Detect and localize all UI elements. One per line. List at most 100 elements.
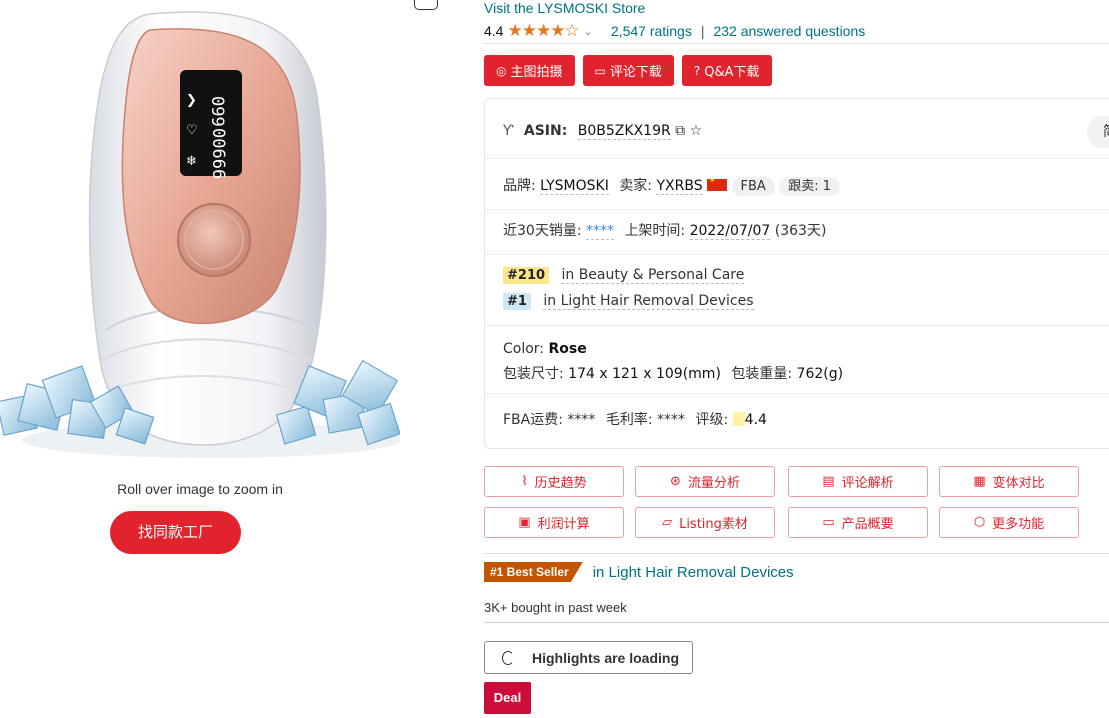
listed-date-value: 2022/07/07 — [689, 223, 771, 240]
review-download-button[interactable]: ▭ 评论下载 — [582, 55, 674, 86]
svg-text:♡: ♡ — [186, 122, 198, 137]
summary-icon: ▭ — [822, 515, 835, 530]
button-label: 利润计算 — [537, 517, 590, 532]
brand-label: 品牌: — [503, 178, 536, 194]
variant-compare-button[interactable]: ▦ 变体对比 — [939, 466, 1079, 497]
bestseller-category-link[interactable]: in Light Hair Removal Devices — [593, 564, 794, 581]
product-details: Visit the LYSMOSKI Store 4.4 ★★★★☆ ⌄ 2,5… — [484, 0, 1109, 718]
divider — [484, 622, 1109, 623]
product-image[interactable]: 099 00666 ❯ ♡ ❄ — [0, 0, 400, 462]
more-features-button[interactable]: ⬡ 更多功能 — [939, 507, 1079, 538]
answered-questions-link[interactable]: 232 answered questions — [713, 23, 865, 39]
listing-assets-button[interactable]: ▱ Listing素材 — [635, 507, 775, 538]
button-label: 更多功能 — [992, 517, 1045, 532]
button-label: Listing素材 — [679, 517, 748, 532]
brand-value[interactable]: LYSMOSKI — [540, 178, 609, 195]
package-size-label: 包装尺寸: — [503, 366, 564, 382]
separator: | — [700, 23, 705, 39]
folder-icon: ▱ — [662, 515, 673, 530]
follow-sellers-badge[interactable]: 跟卖: 1 — [779, 177, 841, 196]
plugin-logo-icon: Ƴ — [503, 123, 514, 139]
button-label: 流量分析 — [687, 476, 740, 491]
divider — [485, 254, 1109, 255]
brand-row: 品牌: LYSMOSKI 卖家: YXRBS FBA 跟卖: 1 — [503, 175, 1109, 196]
grade-label: 评级: — [695, 412, 729, 428]
asin-value[interactable]: B0B5ZKX19R — [577, 123, 671, 140]
china-flag-icon — [707, 176, 728, 191]
listed-days: (363天) — [774, 223, 827, 239]
highlights-loading: Highlights are loading — [484, 641, 693, 674]
svg-text:❄: ❄ — [186, 153, 197, 168]
package-weight-label: 包装重量: — [731, 366, 793, 382]
rank-category[interactable]: in Beauty & Personal Care — [561, 267, 745, 284]
calculator-icon: ▣ — [518, 515, 531, 530]
profit-calc-button[interactable]: ▣ 利润计算 — [484, 507, 624, 538]
loading-spinner-icon — [502, 650, 514, 665]
svg-text:099: 099 — [207, 96, 227, 127]
rank-number: #210 — [503, 267, 550, 284]
grade-value: 4.4 — [744, 412, 767, 428]
sales-value[interactable]: **** — [585, 223, 614, 240]
find-factory-button[interactable]: 找同款工厂 — [110, 511, 241, 554]
seller-value[interactable]: YXRBS — [656, 178, 703, 195]
bestseller-badge[interactable]: #1 Best Seller — [484, 562, 583, 582]
sales-label: 近30天销量: — [503, 223, 582, 239]
review-analysis-button[interactable]: ▤ 评论解析 — [788, 466, 928, 497]
cube-icon: ⬡ — [973, 515, 986, 530]
copy-icon[interactable]: ⧉ — [675, 123, 685, 139]
traffic-analysis-button[interactable]: ⊛ 流量分析 — [635, 466, 775, 497]
qa-download-button[interactable]: ? Q&A下载 — [681, 55, 772, 86]
fba-badge: FBA — [731, 177, 775, 196]
button-label: 历史趋势 — [534, 476, 587, 491]
bought-count: 3K+ bought in past week — [484, 600, 627, 615]
button-label: 评论解析 — [841, 476, 894, 491]
bestseller-row: #1 Best Seller in Light Hair Removal Dev… — [484, 562, 794, 582]
button-label: 评论下载 — [609, 65, 662, 80]
package-row: 包装尺寸: 174 x 121 x 109(mm) 包装重量: 762(g) — [503, 363, 1109, 383]
button-label: 产品概要 — [841, 517, 894, 532]
rank-category[interactable]: in Light Hair Removal Devices — [543, 293, 754, 310]
main-image-shoot-button[interactable]: ◎ 主图拍摄 — [484, 55, 575, 86]
zoom-hint: Roll over image to zoom in — [117, 481, 283, 497]
fba-fee-value: **** — [567, 412, 596, 428]
deal-badge: Deal — [484, 682, 531, 714]
simplify-button[interactable]: 简 — [1087, 116, 1109, 148]
margin-value: **** — [657, 412, 686, 428]
chevron-down-icon[interactable]: ⌄ — [584, 25, 593, 38]
expand-image-icon[interactable] — [414, 0, 438, 10]
fees-row: FBA运费: **** 毛利率: **** 评级: 4.4 — [503, 409, 1109, 429]
comment-icon: ▭ — [594, 63, 606, 78]
ratings-count-link[interactable]: 2,547 ratings — [611, 23, 692, 39]
divider — [485, 209, 1109, 210]
rating-value: 4.4 — [484, 23, 504, 39]
color-value: Rose — [548, 341, 587, 357]
highlights-label: Highlights are loading — [532, 649, 680, 666]
divider — [484, 553, 1109, 554]
review-icon: ▤ — [822, 474, 835, 489]
rank-row-2: #1 in Light Hair Removal Devices — [503, 293, 1109, 310]
chart-icon: ⌇ — [521, 474, 528, 489]
history-trend-button[interactable]: ⌇ 历史趋势 — [484, 466, 624, 497]
listed-date-label: 上架时间: — [624, 223, 686, 239]
seller-label: 卖家: — [619, 178, 653, 194]
divider — [485, 325, 1109, 326]
product-summary-button[interactable]: ▭ 产品概要 — [788, 507, 928, 538]
asin-row: Ƴ ASIN: B0B5ZKX19R ⧉ ☆ — [503, 123, 1109, 140]
package-weight-value: 762(g) — [796, 366, 844, 382]
button-label: 变体对比 — [992, 476, 1045, 491]
asin-label: ASIN: — [523, 123, 568, 139]
traffic-icon: ⊛ — [670, 474, 681, 489]
star-rating-icon[interactable]: ★★★★☆ — [507, 21, 579, 41]
store-link[interactable]: Visit the LYSMOSKI Store — [484, 0, 645, 16]
plugin-toolbar: ◎ 主图拍摄 ▭ 评论下载 ? Q&A下载 — [484, 55, 772, 86]
sales-row: 近30天销量: **** 上架时间: 2022/07/07 (363天) — [503, 220, 1109, 240]
divider — [484, 43, 1109, 44]
camera-icon: ◎ — [496, 63, 507, 78]
rank-number: #1 — [503, 293, 531, 310]
image-column: 099 00666 ❯ ♡ ❄ Roll over image to zoom … — [0, 0, 470, 718]
star-favorite-icon[interactable]: ☆ — [690, 123, 703, 139]
fba-fee-label: FBA运费: — [503, 412, 563, 428]
grade-icon — [732, 412, 745, 426]
package-size-value: 174 x 121 x 109(mm) — [568, 366, 721, 382]
variant-icon: ▦ — [973, 474, 986, 489]
